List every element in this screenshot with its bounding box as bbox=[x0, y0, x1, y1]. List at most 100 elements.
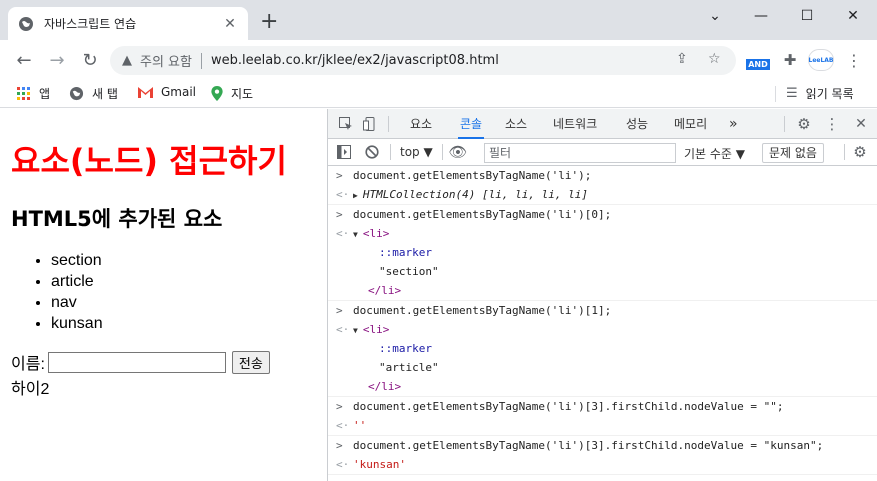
collapse-triangle-icon[interactable]: ▼ bbox=[353, 230, 358, 239]
bookmarks-divider bbox=[775, 86, 776, 102]
bookmark-label: 앱 bbox=[39, 87, 51, 101]
console-result-line: </li> bbox=[328, 377, 877, 396]
toolbar-divider bbox=[390, 144, 391, 160]
tab-performance[interactable]: 성능 bbox=[626, 109, 648, 139]
reading-list-label: 읽기 목록 bbox=[805, 87, 854, 101]
new-tab-button[interactable]: + bbox=[260, 11, 278, 33]
eye-icon[interactable]: 👁 bbox=[448, 143, 467, 161]
bookmark-label: Gmail bbox=[161, 85, 197, 99]
li-close-tag: </li> bbox=[368, 284, 402, 297]
filter-input[interactable]: 필터 bbox=[484, 143, 676, 163]
list-item: kunsan bbox=[51, 313, 103, 334]
window-close-button[interactable]: ✕ bbox=[830, 4, 876, 28]
console-entry: > document.getElementsByTagName('li')[3]… bbox=[328, 397, 877, 436]
chevron-down-icon[interactable]: ⌄ bbox=[692, 4, 738, 28]
devtools-panel: 요소 콘솔 소스 네트워크 성능 메모리 » ⚙ ⋮ ✕ top ▼ 👁 필터 … bbox=[327, 109, 877, 481]
console-result: 'kunsan' bbox=[353, 458, 406, 471]
device-toolbar-icon[interactable] bbox=[362, 116, 378, 132]
console-input-line: > document.getElementsByTagName('li')[0]… bbox=[328, 205, 877, 224]
tab-elements[interactable]: 요소 bbox=[410, 109, 432, 139]
console-result[interactable]: HTMLCollection(4) [li, li, li, li] bbox=[363, 188, 588, 201]
bookmarks-bar: 앱 새 탭 Gmail 지도 ☰ 읽기 목록 bbox=[0, 80, 877, 108]
toolbar-divider bbox=[388, 116, 389, 132]
toolbar-divider bbox=[844, 144, 845, 160]
li-open-tag[interactable]: <li> bbox=[363, 323, 390, 336]
devtools-tab-bar: 요소 콘솔 소스 네트워크 성능 메모리 » ⚙ ⋮ ✕ bbox=[328, 109, 877, 139]
console-input-line: > document.getElementsByTagName('li'); bbox=[328, 166, 877, 185]
console-entry: > document.getElementsByTagName('li'); <… bbox=[328, 166, 877, 205]
and-extension-icon[interactable]: AND bbox=[745, 49, 771, 71]
kebab-menu-icon[interactable]: ⋮ bbox=[824, 115, 840, 133]
li-open-tag[interactable]: <li> bbox=[363, 227, 390, 240]
maximize-button[interactable]: ☐ bbox=[784, 4, 830, 28]
security-label[interactable]: 주의 요함 bbox=[140, 51, 192, 70]
globe-icon bbox=[69, 86, 84, 101]
tab-network[interactable]: 네트워크 bbox=[553, 109, 597, 139]
gmail-icon bbox=[138, 86, 153, 98]
console-result-line[interactable]: <· ▼ <li> bbox=[328, 320, 877, 339]
list-item: article bbox=[51, 271, 103, 292]
star-icon[interactable]: ☆ bbox=[708, 51, 721, 67]
tab-memory[interactable]: 메모리 bbox=[674, 109, 707, 139]
toolbar-divider bbox=[784, 116, 785, 132]
issues-button[interactable]: 문제 없음 bbox=[762, 143, 824, 163]
console-output: > document.getElementsByTagName('li'); <… bbox=[328, 166, 877, 475]
li-close-tag: </li> bbox=[368, 380, 402, 393]
text-node: "article" bbox=[379, 361, 439, 374]
log-level-select[interactable]: 기본 수준 ▼ bbox=[684, 145, 745, 162]
bookmark-new-tab[interactable]: 새 탭 bbox=[69, 85, 118, 102]
gear-icon[interactable]: ⚙ bbox=[796, 115, 812, 133]
clear-console-icon[interactable] bbox=[364, 144, 380, 160]
leelab-profile-icon[interactable]: LeeLAB bbox=[808, 49, 834, 71]
bookmark-apps[interactable]: 앱 bbox=[17, 85, 50, 102]
browser-tab[interactable]: 자바스크립트 연습 ✕ bbox=[8, 7, 248, 40]
console-result: '' bbox=[353, 419, 367, 432]
sidebar-toggle-icon[interactable] bbox=[336, 144, 352, 160]
warning-icon[interactable]: ▲ bbox=[122, 53, 132, 68]
marker-pseudo: ::marker bbox=[379, 342, 432, 355]
console-result-line: <· '' bbox=[328, 416, 877, 435]
console-result-line[interactable]: <· ▼ <li> bbox=[328, 224, 877, 243]
return-arrow-icon: <· bbox=[336, 419, 350, 432]
reading-list-button[interactable]: ☰ 읽기 목록 bbox=[786, 85, 854, 102]
bookmark-maps[interactable]: 지도 bbox=[211, 85, 253, 102]
inspect-element-icon[interactable] bbox=[338, 116, 354, 132]
share-icon[interactable]: ⇪ bbox=[676, 51, 688, 67]
menu-kebab-icon[interactable]: ⋮ bbox=[846, 49, 862, 71]
close-icon[interactable]: ✕ bbox=[853, 116, 869, 132]
console-result-line: "section" bbox=[328, 262, 877, 281]
address-bar[interactable]: ▲ 주의 요함 web.leelab.co.kr/jklee/ex2/javas… bbox=[110, 46, 736, 75]
more-tabs-button[interactable]: » bbox=[729, 109, 738, 139]
tab-sources[interactable]: 소스 bbox=[505, 109, 527, 139]
forward-icon[interactable]: → bbox=[45, 48, 69, 72]
console-result-line: ::marker bbox=[328, 243, 877, 262]
console-input-line: > document.getElementsByTagName('li')[3]… bbox=[328, 436, 877, 455]
close-icon[interactable]: ✕ bbox=[222, 16, 238, 32]
console-command: document.getElementsByTagName('li')[3].f… bbox=[353, 400, 784, 413]
submit-button[interactable]: 전송 bbox=[231, 350, 270, 374]
tab-strip: 자바스크립트 연습 ✕ + ⌄ — ☐ ✕ bbox=[0, 0, 877, 40]
input-prompt-icon: > bbox=[336, 169, 343, 182]
reload-icon[interactable]: ↻ bbox=[78, 48, 102, 72]
marker-pseudo: ::marker bbox=[379, 246, 432, 259]
collapse-triangle-icon[interactable]: ▼ bbox=[353, 326, 358, 335]
console-settings-gear-icon[interactable]: ⚙ bbox=[852, 143, 868, 161]
tab-console[interactable]: 콘솔 bbox=[458, 109, 485, 139]
console-command: document.getElementsByTagName('li')[1]; bbox=[353, 304, 612, 317]
bookmark-gmail[interactable]: Gmail bbox=[138, 85, 196, 99]
console-command: document.getElementsByTagName('li')[0]; bbox=[353, 208, 612, 221]
expand-triangle-icon[interactable]: ▶ bbox=[353, 191, 358, 200]
tab-title: 자바스크립트 연습 bbox=[44, 17, 137, 31]
context-select[interactable]: top ▼ bbox=[400, 145, 433, 159]
apps-grid-icon bbox=[17, 86, 31, 101]
url-text[interactable]: web.leelab.co.kr/jklee/ex2/javascript08.… bbox=[211, 53, 499, 68]
minimize-button[interactable]: — bbox=[738, 4, 784, 28]
back-icon[interactable]: ← bbox=[12, 48, 36, 72]
console-result-line: <· 'kunsan' bbox=[328, 455, 877, 474]
puzzle-extension-icon[interactable]: ✚ bbox=[780, 49, 800, 71]
console-result-line[interactable]: <· ▶ HTMLCollection(4) [li, li, li, li] bbox=[328, 185, 877, 204]
name-form: 이름: 전송 bbox=[11, 350, 270, 374]
page-subheading: HTML5에 추가된 요소 bbox=[11, 207, 223, 231]
name-input[interactable] bbox=[47, 351, 226, 373]
return-arrow-icon: <· bbox=[336, 188, 350, 201]
